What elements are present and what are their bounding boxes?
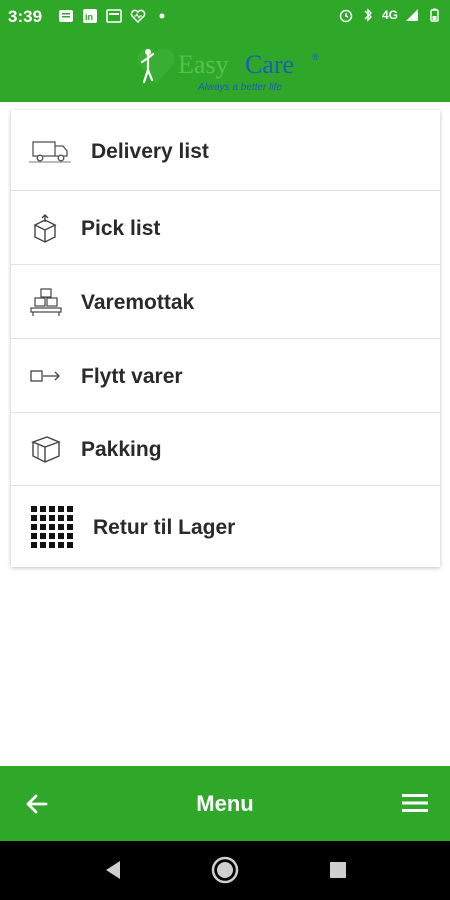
back-triangle-icon[interactable]	[102, 859, 124, 881]
network-label: 4G	[381, 8, 398, 22]
news-icon	[106, 9, 122, 23]
home-circle-icon[interactable]	[211, 856, 239, 884]
menu-item-varemottak[interactable]: Varemottak	[11, 265, 440, 339]
goods-receipt-icon	[30, 288, 62, 316]
status-bar: 3:39 in 4G	[0, 0, 450, 32]
status-time: 3:39	[8, 7, 43, 26]
message-icon	[59, 10, 73, 22]
menu-item-label: Pick list	[81, 217, 161, 240]
heart-monitor-icon	[130, 9, 146, 24]
grid-icon	[31, 506, 73, 548]
move-goods-icon	[30, 370, 60, 382]
logo-text-easy: Easy	[178, 50, 229, 79]
logo-tagline: Always a better life	[198, 82, 282, 93]
packing-box-icon	[31, 436, 61, 463]
linkedin-icon: in	[83, 9, 97, 23]
menu-item-label: Retur til Lager	[93, 516, 236, 539]
signal-icon	[406, 9, 418, 21]
alarm-icon	[339, 9, 353, 23]
menu-item-label: Pakking	[81, 438, 162, 461]
menu-item-label: Flytt varer	[81, 365, 183, 388]
app-header: Easy Care ® Always a better life	[0, 32, 450, 102]
hamburger-icon[interactable]	[402, 792, 428, 814]
bottom-bar-title: Menu	[196, 791, 254, 816]
easycare-logo: Easy Care ® Always a better life	[130, 40, 330, 98]
dot-icon	[159, 13, 165, 19]
menu-item-label: Delivery list	[91, 140, 209, 163]
menu-list: Delivery list Pick list Varemottak Flytt…	[11, 110, 440, 567]
menu-item-retur-til-lager[interactable]: Retur til Lager	[11, 486, 440, 567]
bluetooth-icon	[364, 8, 372, 22]
recents-square-icon[interactable]	[328, 860, 348, 880]
logo-registered: ®	[312, 52, 319, 62]
status-left-icons: in	[58, 8, 170, 24]
delivery-truck-icon	[29, 141, 71, 163]
menu-item-pick-list[interactable]: Pick list	[11, 191, 440, 265]
menu-item-label: Varemottak	[81, 291, 195, 314]
menu-item-pakking[interactable]: Pakking	[11, 412, 440, 486]
status-right-icons: 4G	[338, 7, 442, 23]
battery-icon	[430, 8, 439, 22]
menu-item-delivery-list[interactable]: Delivery list	[11, 110, 440, 191]
logo-heart-icon	[137, 48, 175, 84]
pick-box-icon	[33, 214, 57, 243]
logo-text-care: Care	[245, 50, 295, 79]
menu-item-flytt-varer[interactable]: Flytt varer	[11, 339, 440, 413]
system-nav-bar	[0, 841, 450, 900]
bottom-app-bar: Menu	[0, 766, 450, 841]
svg-text:in: in	[85, 12, 93, 22]
